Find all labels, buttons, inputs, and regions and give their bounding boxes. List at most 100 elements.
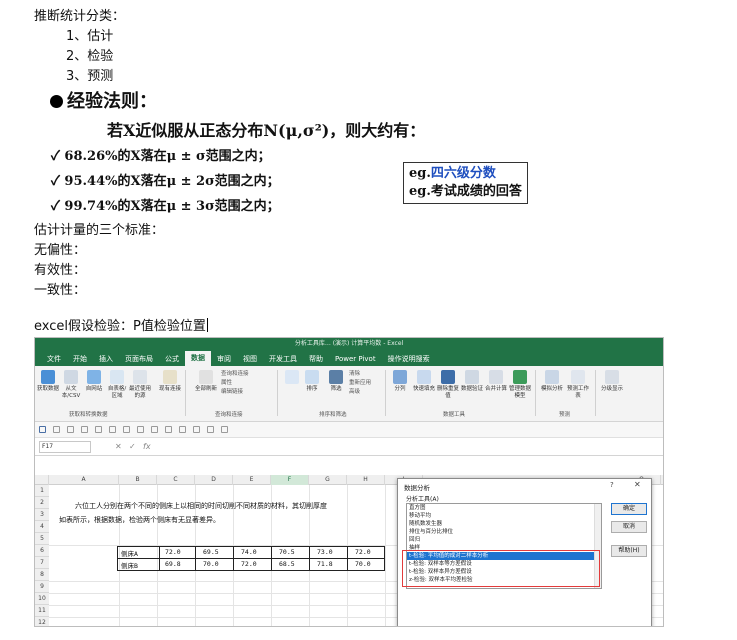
column-header[interactable]: A <box>49 475 119 485</box>
table-cell[interactable]: 68.5 <box>279 560 295 568</box>
what-if-button[interactable]: 模拟分析 <box>541 370 563 393</box>
table-cell[interactable]: 70.0 <box>203 560 219 568</box>
row-header[interactable]: 1 <box>35 485 49 497</box>
recent-sources-button[interactable]: 最近使用的源 <box>129 370 151 400</box>
tell-me-search[interactable]: 操作说明搜索 <box>382 352 436 366</box>
select-all-corner[interactable] <box>35 475 49 485</box>
from-table-button[interactable]: 自表格/区域 <box>106 370 128 400</box>
help-icon[interactable]: ? <box>610 481 614 489</box>
cancel-entry-icon[interactable]: ✕ <box>115 441 122 453</box>
list-item[interactable]: 回归 <box>407 536 601 544</box>
list-item[interactable]: 排位与百分比排位 <box>407 528 601 536</box>
column-header[interactable]: E <box>233 475 271 485</box>
undo-icon[interactable] <box>53 426 60 433</box>
tab-help[interactable]: 帮助 <box>303 352 329 366</box>
confirm-entry-icon[interactable]: ✓ <box>129 441 136 453</box>
table-cell[interactable]: 侧床A <box>121 548 138 558</box>
table-cell[interactable]: 73.0 <box>317 548 333 556</box>
text-to-columns-button[interactable]: 分列 <box>389 370 411 393</box>
table-icon[interactable] <box>179 426 186 433</box>
format-painter-icon[interactable] <box>123 426 130 433</box>
tab-page-layout[interactable]: 页面布局 <box>119 352 159 366</box>
get-data-button[interactable]: 获取数据 <box>37 370 59 393</box>
duplicates-icon <box>441 370 455 384</box>
sort-desc-icon[interactable] <box>95 426 102 433</box>
data-validation-button[interactable]: 数据验证 <box>461 370 483 393</box>
filter-button[interactable]: 筛选 <box>325 370 347 393</box>
remove-duplicates-button[interactable]: 删除重复值 <box>437 370 459 400</box>
table-cell[interactable]: 侧床B <box>121 560 138 570</box>
column-header[interactable]: B <box>119 475 157 485</box>
row-header[interactable]: 3 <box>35 509 49 521</box>
column-header[interactable]: C <box>157 475 195 485</box>
column-header[interactable]: G <box>309 475 347 485</box>
help-button[interactable]: 帮助(H) <box>611 545 647 557</box>
table-cell[interactable]: 72.0 <box>165 548 181 556</box>
table-cell[interactable]: 69.5 <box>203 548 219 556</box>
list-item[interactable]: 移动平均 <box>407 512 601 520</box>
table-cell[interactable]: 70.5 <box>279 548 295 556</box>
from-text-button[interactable]: 从文本/CSV <box>60 370 82 400</box>
row-header[interactable]: 10 <box>35 593 49 605</box>
tab-review[interactable]: 审阅 <box>211 352 237 366</box>
customize-icon[interactable] <box>221 426 228 433</box>
sum-icon[interactable] <box>193 426 200 433</box>
redo-icon[interactable] <box>67 426 74 433</box>
tab-view[interactable]: 视图 <box>237 352 263 366</box>
table-cell[interactable]: 70.0 <box>355 560 371 568</box>
chart-icon[interactable] <box>165 426 172 433</box>
row-header[interactable]: 8 <box>35 569 49 581</box>
column-header[interactable]: D <box>195 475 233 485</box>
tab-data[interactable]: 数据 <box>185 351 211 366</box>
row-header[interactable]: 7 <box>35 557 49 569</box>
cancel-button[interactable]: 取消 <box>611 521 647 533</box>
row-header[interactable]: 4 <box>35 521 49 533</box>
consolidate-button[interactable]: 合并计算 <box>485 370 507 393</box>
column-header-selected[interactable]: F <box>271 475 309 485</box>
table-cell[interactable]: 69.8 <box>165 560 181 568</box>
from-web-button[interactable]: 自网站 <box>83 370 105 393</box>
existing-connections-button[interactable]: 现有连接 <box>159 370 181 393</box>
sheet-problem-line-1[interactable]: 六位工人分别在两个不同的侧床上以相同的时间切削不同材质的材料，其切削厚度 <box>75 501 327 511</box>
list-item[interactable]: 直方图 <box>407 504 601 512</box>
data-model-button[interactable]: 管理数据模型 <box>509 370 531 400</box>
sheet-problem-line-2[interactable]: 如表所示，根据数据，检验两个侧床有无显著差异。 <box>59 515 220 525</box>
column-header[interactable]: H <box>347 475 385 485</box>
forecast-icon <box>571 370 585 384</box>
list-item[interactable]: 随机数发生器 <box>407 520 601 528</box>
flash-fill-button[interactable]: 快速填充 <box>413 370 435 393</box>
filter-icon[interactable] <box>109 426 116 433</box>
tab-file[interactable]: 文件 <box>41 352 67 366</box>
tab-home[interactable]: 开始 <box>67 352 93 366</box>
excel-note[interactable]: excel假设检验：P值检验位置 <box>34 318 208 336</box>
sort-button[interactable]: 排序 <box>301 370 323 393</box>
print-icon[interactable] <box>137 426 144 433</box>
table-cell[interactable]: 72.0 <box>241 560 257 568</box>
row-header[interactable]: 2 <box>35 497 49 509</box>
outline-button[interactable]: 分级显示 <box>601 370 623 393</box>
tab-insert[interactable]: 插入 <box>93 352 119 366</box>
table-cell[interactable]: 71.8 <box>317 560 333 568</box>
preview-icon[interactable] <box>151 426 158 433</box>
row-header[interactable]: 12 <box>35 617 49 626</box>
save-icon[interactable] <box>39 426 46 433</box>
sort-asc-icon[interactable] <box>81 426 88 433</box>
ok-button[interactable]: 确定 <box>611 503 647 515</box>
table-cell[interactable]: 74.0 <box>241 548 257 556</box>
close-icon[interactable]: ✕ <box>634 480 641 489</box>
row-header[interactable]: 9 <box>35 581 49 593</box>
table-cell[interactable]: 72.0 <box>355 548 371 556</box>
row-header[interactable]: 6 <box>35 545 49 557</box>
name-box[interactable]: F17 <box>39 441 91 453</box>
sort-az-button[interactable] <box>281 370 303 386</box>
row-header[interactable]: 11 <box>35 605 49 617</box>
tab-formulas[interactable]: 公式 <box>159 352 185 366</box>
notes-item-2: 2、检验 <box>66 49 114 64</box>
forecast-sheet-button[interactable]: 预测工作表 <box>567 370 589 400</box>
insert-function-icon[interactable]: fx <box>143 441 151 453</box>
row-header[interactable]: 5 <box>35 533 49 545</box>
tab-developer[interactable]: 开发工具 <box>263 352 303 366</box>
tab-power-pivot[interactable]: Power Pivot <box>329 352 382 366</box>
refresh-all-button[interactable]: 全部刷新 <box>195 370 217 393</box>
shape-icon[interactable] <box>207 426 214 433</box>
